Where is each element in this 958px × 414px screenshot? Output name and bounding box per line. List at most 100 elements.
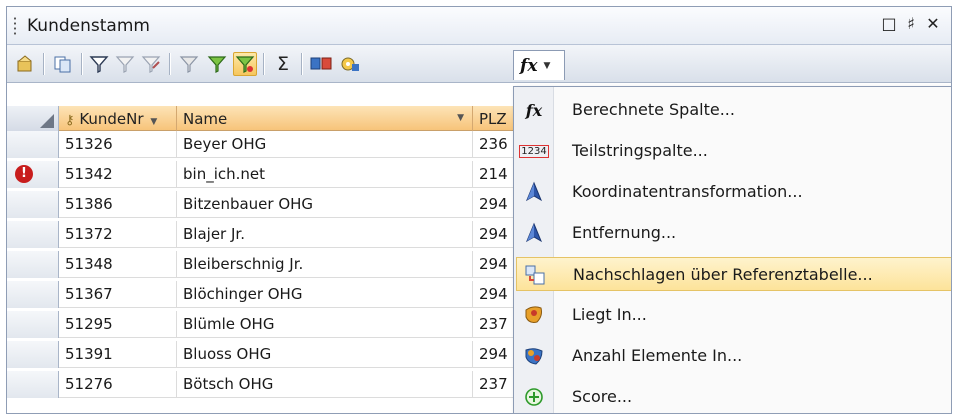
column-header-label: PLZ [479, 110, 507, 128]
filter-dropdown-icon[interactable]: ▼ [457, 113, 464, 123]
sum-icon: Σ [276, 53, 289, 75]
chevron-down-icon: ▼ [543, 60, 551, 71]
filter-active-button[interactable] [233, 52, 257, 76]
filter-active-icon [235, 56, 255, 73]
filter-button[interactable] [87, 52, 111, 76]
row-header[interactable] [7, 341, 59, 368]
menu-item-label: Anzahl Elemente In... [572, 346, 743, 365]
menu-item[interactable]: Entfernung... [516, 216, 951, 250]
maximize-button[interactable]: □ [879, 14, 899, 33]
filter-add-icon [207, 56, 227, 73]
calculated-column-dropdown[interactable]: fx ▼ [513, 50, 565, 80]
filter-add-button[interactable] [205, 52, 229, 76]
map-region-icon [522, 303, 546, 327]
row-header[interactable] [7, 251, 59, 278]
close-button[interactable]: ✕ [923, 14, 943, 33]
map-count-icon [522, 344, 546, 368]
column-header-name[interactable]: Name ▼ [177, 106, 473, 131]
cell-kundenr[interactable]: 51326 [59, 131, 177, 158]
menu-item[interactable]: Koordinatentransformation... [516, 175, 951, 209]
calculated-column-menu: fx Berechnete Spalte... 1234 Teilstringspal… [513, 86, 951, 413]
properties-icon [17, 55, 32, 72]
panel-toolbar: Σ fx ▼ [7, 45, 951, 83]
cell-name[interactable]: Blajer Jr. [177, 221, 473, 248]
table-icon [310, 57, 332, 70]
cell-kundenr[interactable]: 51391 [59, 341, 177, 368]
filter-edit-button[interactable] [139, 52, 163, 76]
row-header[interactable] [7, 281, 59, 308]
cell-kundenr[interactable]: 51348 [59, 251, 177, 278]
panel-titlebar: Kundenstamm □ ♯ ✕ [7, 7, 951, 45]
menu-item[interactable]: Liegt In... [516, 298, 951, 332]
toolbar-separator [263, 53, 264, 75]
menu-item-label: Teilstringspalte... [572, 141, 708, 160]
cell-kundenr[interactable]: 51295 [59, 311, 177, 338]
lookup-icon [523, 263, 547, 287]
filter-remove-button[interactable] [177, 52, 201, 76]
cell-name[interactable]: Bleiberschnig Jr. [177, 251, 473, 278]
cell-kundenr[interactable]: 51367 [59, 281, 177, 308]
cell-name[interactable]: Bötsch OHG [177, 371, 473, 398]
filter-edit-icon [141, 56, 161, 73]
filter-clear-icon [115, 56, 135, 73]
triangle-icon [522, 221, 546, 245]
menu-item[interactable]: Nachschlagen über Referenztabelle... [516, 257, 951, 291]
cell-kundenr[interactable]: 51386 [59, 191, 177, 218]
menu-item-label: Berechnete Spalte... [572, 100, 735, 119]
row-header[interactable] [7, 191, 59, 218]
menu-item[interactable]: fx Berechnete Spalte... [516, 93, 951, 127]
menu-item-label: Liegt In... [572, 305, 647, 324]
row-header[interactable]: ! [7, 161, 59, 188]
menu-item-label: Nachschlagen über Referenztabelle... [573, 265, 873, 284]
cell-name[interactable]: Bitzenbauer OHG [177, 191, 473, 218]
table-link-button[interactable] [309, 52, 333, 76]
pin-button[interactable]: ♯ [901, 14, 921, 33]
substring-icon: 1234 [519, 144, 549, 158]
column-header-label: Name [183, 110, 228, 128]
menu-item[interactable]: Anzahl Elemente In... [516, 339, 951, 373]
column-header-kundenr[interactable]: ⚷ KundeNr ▼ [59, 106, 177, 131]
menu-item-label: Entfernung... [572, 223, 677, 242]
filter-dropdown-icon[interactable]: ▼ [150, 117, 157, 127]
menu-item-label: Koordinatentransformation... [572, 182, 803, 201]
row-header[interactable] [7, 311, 59, 338]
cell-name[interactable]: Beyer OHG [177, 131, 473, 158]
panel-title: Kundenstamm [27, 16, 150, 36]
cell-name[interactable]: Bluoss OHG [177, 341, 473, 368]
menu-item[interactable]: Score... [516, 380, 951, 413]
triangle-icon [522, 180, 546, 204]
filter-icon [89, 56, 109, 74]
cell-name[interactable]: bin_ich.net [177, 161, 473, 188]
toolbar-separator [43, 53, 44, 75]
column-header-label: KundeNr [79, 110, 144, 128]
sum-button[interactable]: Σ [271, 52, 295, 76]
kundenstamm-panel: Kundenstamm □ ♯ ✕ Σ fx ▼ ⚷ KundeNr ▼ Nam… [6, 6, 952, 414]
corner-triangle-icon [40, 114, 54, 128]
filter-remove-icon [179, 56, 199, 73]
toolbar-separator [301, 53, 302, 75]
cell-name[interactable]: Blümle OHG [177, 311, 473, 338]
copy-icon [54, 56, 71, 73]
row-header[interactable] [7, 221, 59, 248]
settings-icon [341, 57, 359, 71]
settings-button[interactable] [337, 52, 361, 76]
toolbar-separator [169, 53, 170, 75]
error-icon: ! [15, 165, 33, 183]
key-icon: ⚷ [65, 113, 75, 128]
cell-name[interactable]: Blöchinger OHG [177, 281, 473, 308]
row-header[interactable] [7, 371, 59, 398]
cell-kundenr[interactable]: 51342 [59, 161, 177, 188]
copy-button[interactable] [51, 52, 75, 76]
fx-icon: fx [525, 100, 543, 120]
cell-kundenr[interactable]: 51276 [59, 371, 177, 398]
cell-kundenr[interactable]: 51372 [59, 221, 177, 248]
menu-item-label: Score... [572, 387, 633, 406]
score-icon [522, 385, 546, 409]
row-header[interactable] [7, 131, 59, 158]
fx-icon: fx [520, 55, 538, 76]
filter-clear-button[interactable] [113, 52, 137, 76]
drag-grip-icon[interactable] [13, 16, 17, 36]
select-all-corner[interactable] [7, 106, 59, 131]
properties-button[interactable] [13, 52, 37, 76]
menu-item[interactable]: 1234 Teilstringspalte... [516, 134, 951, 168]
